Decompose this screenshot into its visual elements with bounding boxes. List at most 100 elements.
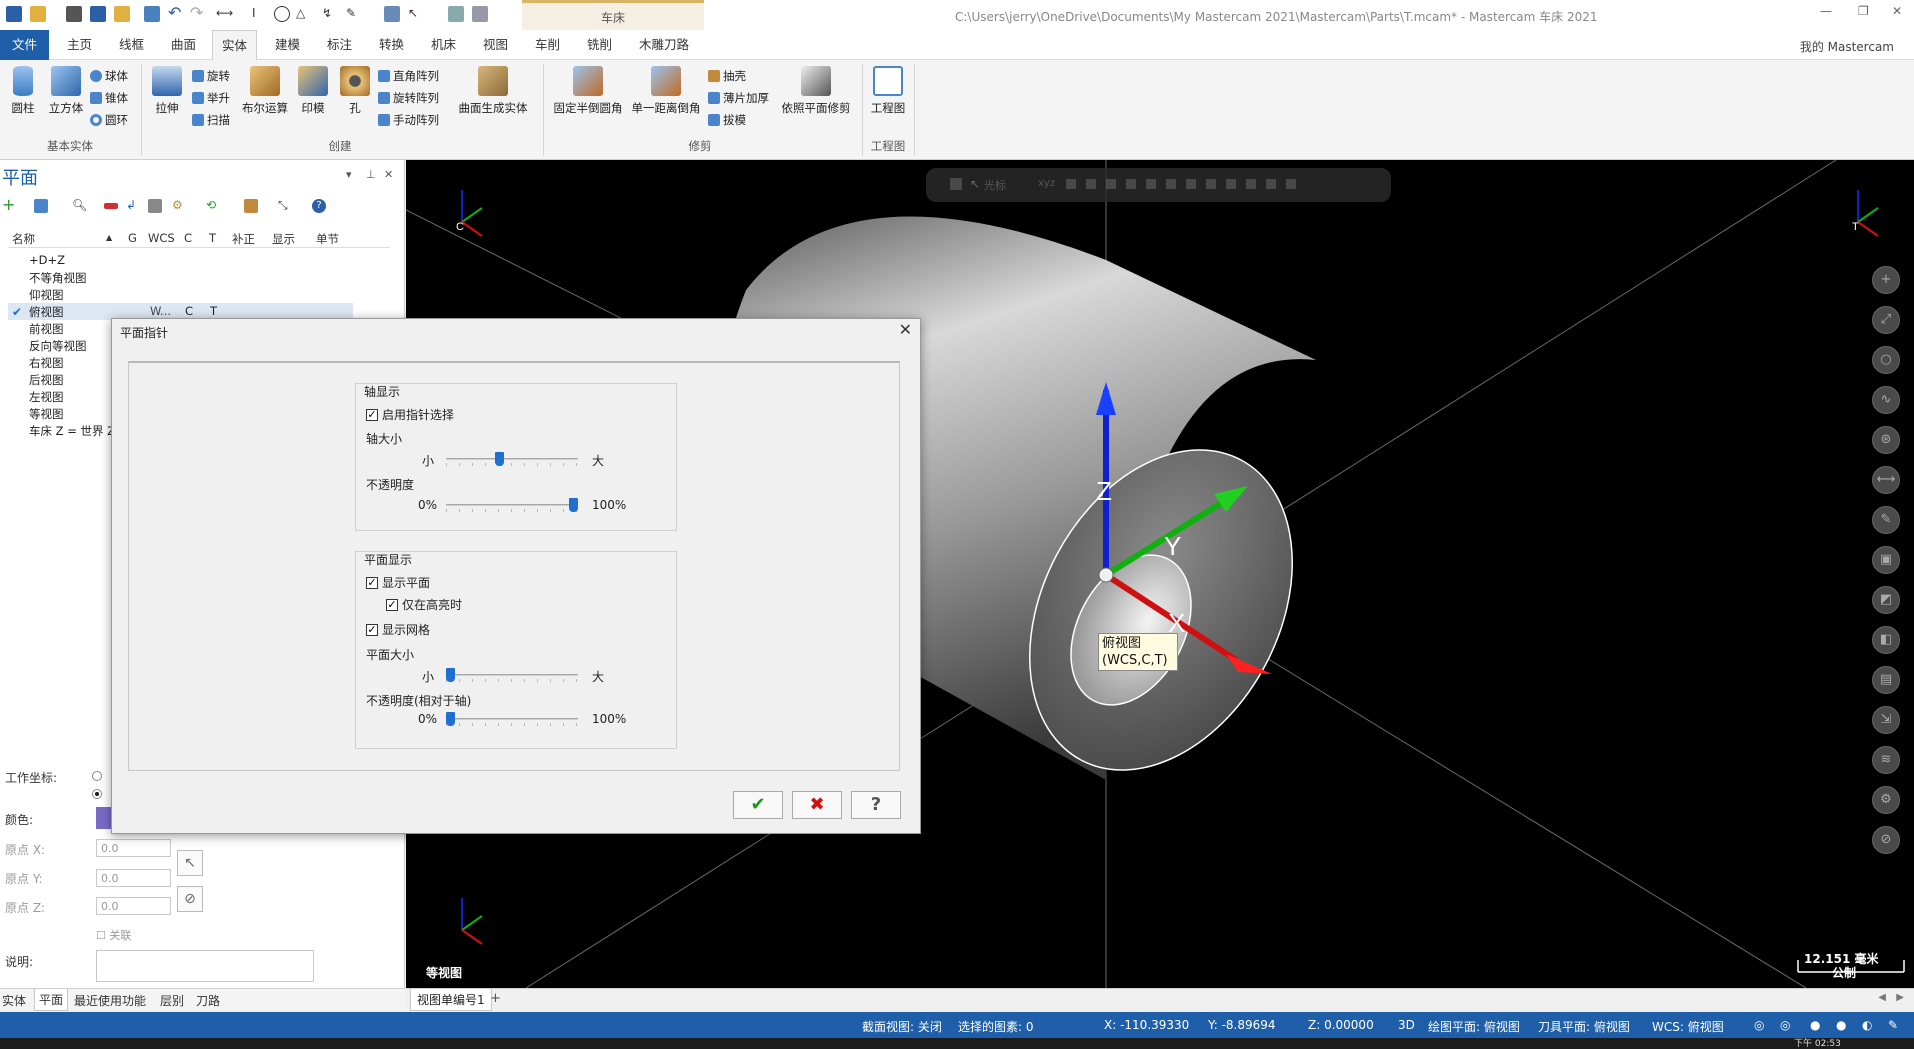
cone-button[interactable]: 锥体 [90, 90, 128, 106]
hole-button[interactable]: 孔 [340, 66, 370, 116]
opacity-rel-slider[interactable] [446, 712, 578, 726]
rotate-view-icon[interactable]: ⊛ [1872, 426, 1900, 454]
help-button[interactable]: ? [851, 791, 901, 819]
triangle-icon[interactable]: △ [296, 6, 312, 22]
slider-thumb[interactable] [446, 712, 455, 726]
radio-selected-icon[interactable] [92, 789, 102, 799]
help-icon[interactable]: ? [312, 199, 326, 213]
spline-icon[interactable]: ∿ [1872, 386, 1900, 414]
slider-thumb[interactable] [446, 668, 455, 682]
multi-icon[interactable] [472, 6, 488, 22]
circle-icon[interactable] [274, 6, 290, 22]
solid-view-icon[interactable]: ◩ [1872, 586, 1900, 614]
undo-icon[interactable]: ↶ [168, 5, 184, 22]
minimize-button[interactable]: — [1820, 4, 1832, 18]
sphere-mix-icon[interactable]: ◐ [1862, 1018, 1872, 1032]
select-icon[interactable] [384, 6, 400, 22]
menu-tab-woodcarving[interactable]: 木雕刀路 [630, 30, 698, 60]
layers-icon[interactable] [144, 6, 160, 22]
align-icon[interactable] [34, 199, 48, 213]
plane-row[interactable]: 仰视图 [8, 286, 353, 303]
menu-tab-file[interactable]: 文件 [0, 30, 50, 60]
plane-row[interactable]: 不等角视图 [8, 269, 353, 286]
boolean-button[interactable]: 布尔运算 [240, 66, 290, 116]
plane-size-slider[interactable] [446, 668, 578, 682]
zoom-fit-icon[interactable]: ⤢ [1872, 306, 1900, 334]
sphere-shade-icon[interactable]: ● [1810, 1018, 1820, 1032]
add-plane-icon[interactable]: + [2, 197, 16, 213]
menu-tab-turning[interactable]: 车削 [526, 30, 569, 60]
curve-icon[interactable]: ↯ [322, 6, 338, 22]
enable-pointer-checkbox[interactable]: ✓ 启用指针选择 [366, 406, 454, 423]
color-swatch[interactable] [96, 807, 112, 829]
save-icon[interactable] [6, 6, 22, 22]
menu-tab-transform[interactable]: 转换 [370, 30, 413, 60]
cube-button[interactable]: 立方体 [46, 66, 86, 116]
menu-tab-machine[interactable]: 机床 [422, 30, 465, 60]
edit-icon[interactable]: ✎ [1888, 1018, 1898, 1032]
pencil-icon[interactable]: ✎ [1872, 506, 1900, 534]
measure-icon[interactable]: ⟷ [1872, 466, 1900, 494]
panel-tab-planes[interactable]: 平面 [34, 989, 69, 1011]
axes-icon[interactable]: ⤡ [278, 199, 292, 213]
find-icon[interactable]: 🔍︎ [72, 199, 87, 213]
gear-icon[interactable]: ⚙ [1872, 786, 1900, 814]
imprint-button[interactable]: 印模 [298, 66, 328, 116]
rotary-array-button[interactable]: 旋转阵列 [378, 90, 439, 106]
extrude-button[interactable]: 拉伸 [152, 66, 182, 116]
assoc-checkbox[interactable]: ☐ 关联 [96, 927, 131, 943]
globe-icon[interactable]: ◎ [1754, 1018, 1764, 1032]
transform-icon[interactable]: ⇲ [1872, 706, 1900, 734]
shell-button[interactable]: 抽壳 [708, 68, 746, 84]
only-highlight-checkbox[interactable]: ✓ 仅在高亮时 [386, 596, 462, 613]
cancel-button[interactable]: ✖ [792, 791, 842, 819]
my-mastercam-link[interactable]: 我的 Mastercam [1800, 38, 1894, 55]
block-icon[interactable]: ⊘ [1872, 826, 1900, 854]
drawing-button[interactable]: 工程图 [868, 66, 908, 116]
radio-icon[interactable] [92, 771, 102, 781]
cube-small-icon[interactable] [244, 199, 258, 213]
opacity-slider[interactable] [446, 498, 578, 512]
menu-tab-wireframe[interactable]: 线框 [110, 30, 153, 60]
desc-textarea[interactable] [96, 950, 314, 982]
col-t[interactable]: T [209, 231, 216, 245]
col-c[interactable]: C [184, 231, 192, 245]
col-offset[interactable]: 补正 [232, 231, 255, 247]
tool-plane-status[interactable]: 刀具平面: 俯视图 [1538, 1018, 1630, 1035]
torus-button[interactable]: 圆环 [90, 112, 128, 128]
dimension-icon[interactable]: ⟷ [216, 6, 233, 22]
shade-view-icon[interactable]: ◧ [1872, 626, 1900, 654]
surface-to-solid-button[interactable]: 曲面生成实体 [452, 66, 534, 116]
circle-view-icon[interactable]: ○ [1872, 346, 1900, 374]
reset-origin-button[interactable]: ⊘ [177, 886, 203, 912]
origin-y-input[interactable]: 0.0 [96, 869, 171, 887]
fillet-button[interactable]: 固定半倒圆角 [552, 66, 624, 116]
col-name[interactable]: 名称 [12, 231, 35, 247]
save-as-icon[interactable] [90, 6, 106, 22]
sphere-button[interactable]: 球体 [90, 68, 128, 84]
col-g[interactable]: G [128, 231, 137, 245]
sweep-button[interactable]: 扫描 [192, 112, 230, 128]
arrow-icon[interactable]: ↖ [408, 6, 424, 22]
slider-thumb[interactable] [569, 498, 578, 512]
dialog-close-icon[interactable]: ✕ [899, 320, 912, 339]
grid-icon[interactable] [448, 6, 464, 22]
pen-icon[interactable]: ✎ [346, 6, 362, 22]
rect-array-button[interactable]: 直角阵列 [378, 68, 439, 84]
restore-button[interactable]: ❐ [1858, 4, 1869, 18]
pin-icon[interactable]: ⊥ [366, 168, 376, 181]
menu-tab-surface[interactable]: 曲面 [162, 30, 205, 60]
menu-tab-view[interactable]: 视图 [474, 30, 517, 60]
panel-tab-toolpaths[interactable]: 刀路 [196, 992, 220, 1009]
wcs-status[interactable]: WCS: 俯视图 [1652, 1018, 1724, 1035]
folder-icon[interactable] [114, 6, 130, 22]
cube-view-icon[interactable]: ▣ [1872, 546, 1900, 574]
redo-icon[interactable]: ↷ [190, 5, 206, 22]
col-display[interactable]: 显示 [272, 231, 295, 247]
slider-thumb[interactable] [495, 452, 505, 466]
refresh-icon[interactable]: ⟲ [206, 199, 220, 213]
trim-to-plane-button[interactable]: 依照平面修剪 [780, 66, 852, 116]
close-window-button[interactable]: ✕ [1892, 4, 1902, 18]
chamfer-button[interactable]: 单一距离倒角 [630, 66, 702, 116]
section-view-icon[interactable]: ▤ [1872, 666, 1900, 694]
